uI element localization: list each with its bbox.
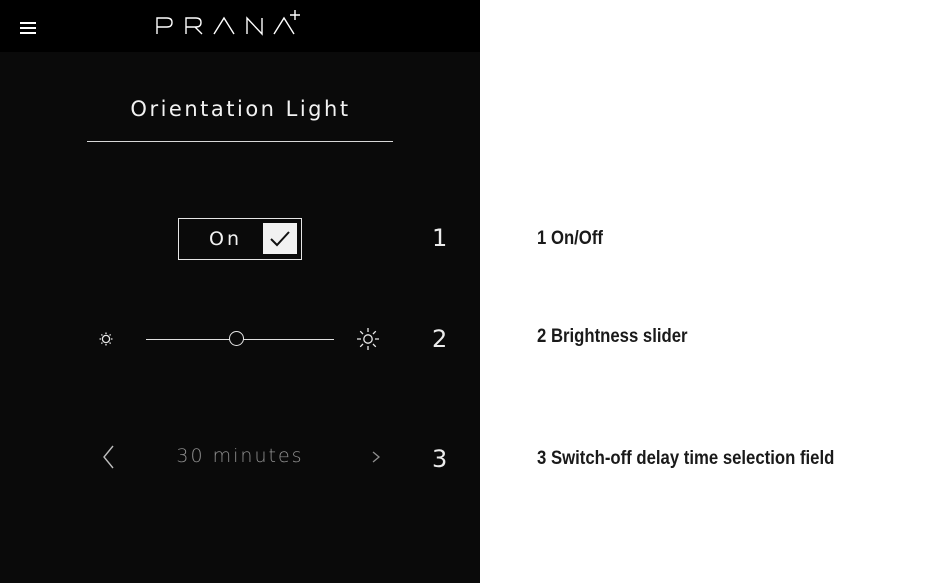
brand-logo — [140, 0, 360, 52]
sun-bright-icon — [355, 326, 381, 356]
checkmark-icon — [270, 231, 290, 247]
legend-item-on-off: 1 On/Off — [537, 228, 603, 249]
marker-2: 2 — [432, 325, 448, 353]
delay-time-value[interactable]: 30 minutes — [160, 445, 320, 467]
checkbox[interactable] — [263, 223, 297, 254]
brightness-slider-handle[interactable] — [229, 331, 245, 346]
chevron-right-icon[interactable] — [364, 440, 388, 474]
legend-item-brightness: 2 Brightness slider — [537, 326, 688, 347]
marker-3: 3 — [432, 445, 448, 473]
legend-item-delay: 3 Switch-off delay time selection field — [537, 448, 835, 469]
hamburger-menu-icon[interactable] — [20, 22, 36, 34]
top-bar — [0, 0, 480, 52]
title-divider — [87, 141, 393, 142]
on-off-toggle[interactable]: On — [178, 218, 302, 260]
app-screen: Orientation Light On 1 2 30 minutes 3 — [0, 0, 480, 583]
sun-dim-icon — [96, 329, 116, 353]
marker-1: 1 — [432, 224, 448, 252]
chevron-left-icon[interactable] — [97, 440, 121, 474]
page-title: Orientation Light — [130, 97, 351, 121]
toggle-label: On — [209, 228, 242, 250]
